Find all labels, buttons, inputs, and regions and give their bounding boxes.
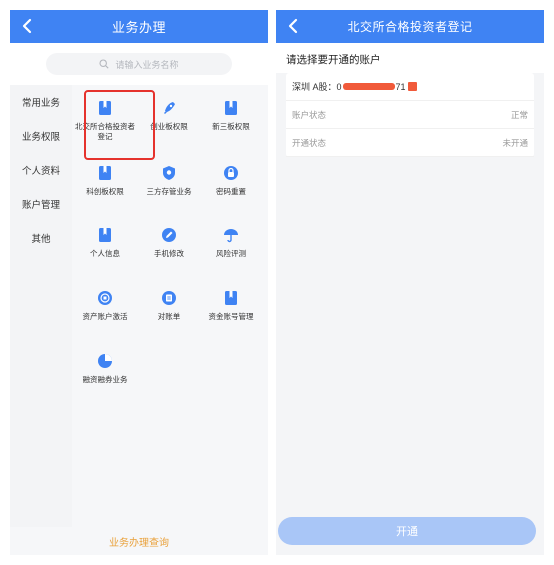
edit-icon (162, 228, 176, 242)
service-star-market[interactable]: 科创板权限 (74, 165, 136, 197)
back-arrow-icon[interactable] (18, 16, 38, 36)
pie-chart-icon (98, 354, 112, 368)
book-icon (99, 228, 111, 242)
business-query-link[interactable]: 业务办理查询 (10, 527, 268, 555)
service-label: 对账单 (157, 312, 181, 321)
business-menu-screen: 业务办理 请输入业务名称 常用业务 业务权限 个人资料 账户管理 其他 北交所合… (10, 10, 268, 555)
page-title: 业务办理 (111, 20, 166, 35)
book-icon (99, 166, 111, 180)
service-personal-info[interactable]: 个人信息 (74, 227, 136, 259)
search-bar: 请输入业务名称 (10, 43, 268, 85)
service-label: 个人信息 (90, 249, 120, 258)
coin-icon (98, 291, 112, 305)
open-status-label: 开通状态 (292, 137, 327, 148)
account-prefix: 深圳 A股： (292, 82, 337, 92)
shield-icon (163, 166, 175, 180)
section-title: 请选择要开通的账户 (276, 43, 544, 73)
rocket-icon (164, 102, 175, 114)
lock-icon (224, 166, 238, 180)
service-password-reset[interactable]: 密码重置 (200, 165, 262, 197)
service-third-party-custody[interactable]: 三方存管业务 (138, 165, 200, 197)
open-status-row: 开通状态 未开通 (286, 129, 534, 157)
account-tag-icon (407, 82, 417, 91)
sidebar-item-permissions[interactable]: 业务权限 (10, 119, 72, 153)
service-label: 融资融券业务 (82, 375, 128, 384)
top-bar: 北交所合格投资者登记 (276, 10, 544, 43)
service-statement[interactable]: 对账单 (138, 290, 200, 322)
service-margin-trading[interactable]: 融资融券业务 (74, 353, 136, 385)
account-row: 深圳 A股： 0 71 (286, 73, 534, 101)
account-status-value: 正常 (510, 109, 528, 120)
service-asset-activation[interactable]: 资产账户激活 (74, 290, 136, 322)
sidebar-item-other[interactable]: 其他 (10, 221, 72, 255)
service-label: 三方存管业务 (146, 187, 192, 196)
service-label: 新三板权限 (212, 122, 250, 131)
page-title: 北交所合格投资者登记 (347, 20, 473, 34)
service-label: 密码重置 (216, 187, 246, 196)
account-status-row: 账户状态 正常 (286, 101, 534, 129)
book-icon (225, 101, 237, 115)
service-label: 风险评测 (216, 249, 246, 258)
back-arrow-icon[interactable] (284, 16, 304, 36)
sidebar-item-account[interactable]: 账户管理 (10, 187, 72, 221)
service-phone-change[interactable]: 手机修改 (138, 227, 200, 259)
search-placeholder: 请输入业务名称 (115, 59, 179, 70)
bse-investor-screen: 北交所合格投资者登记 请选择要开通的账户 深圳 A股： 0 71 账户状态 正常… (276, 10, 544, 555)
open-button[interactable]: 开通 (278, 517, 536, 545)
search-icon (99, 59, 110, 69)
open-status-value: 未开通 (502, 137, 528, 148)
category-sidebar: 常用业务 业务权限 个人资料 账户管理 其他 (10, 85, 72, 555)
sidebar-item-common[interactable]: 常用业务 (10, 85, 72, 119)
service-risk-assessment[interactable]: 风险评测 (200, 227, 262, 259)
service-fund-account[interactable]: 资金账号管理 (200, 290, 262, 322)
account-status-label: 账户状态 (292, 109, 327, 120)
account-card[interactable]: 深圳 A股： 0 71 账户状态 正常 开通状态 未开通 (286, 73, 534, 157)
top-bar: 业务办理 (10, 10, 268, 43)
service-label: 科创板权限 (86, 187, 124, 196)
account-number-start: 0 (336, 81, 342, 92)
search-input[interactable]: 请输入业务名称 (46, 53, 232, 75)
service-label: 资金账号管理 (208, 312, 254, 321)
redaction-mark (342, 83, 395, 90)
account-number-end: 71 (395, 81, 406, 92)
document-icon (162, 291, 176, 305)
service-neeq[interactable]: 新三板权限 (200, 100, 262, 132)
umbrella-icon (224, 229, 238, 243)
book-icon (225, 291, 237, 305)
selected-service-highlight (84, 90, 155, 160)
service-label: 手机修改 (154, 249, 184, 258)
sidebar-item-profile[interactable]: 个人资料 (10, 153, 72, 187)
service-label: 资产账户激活 (82, 312, 128, 321)
